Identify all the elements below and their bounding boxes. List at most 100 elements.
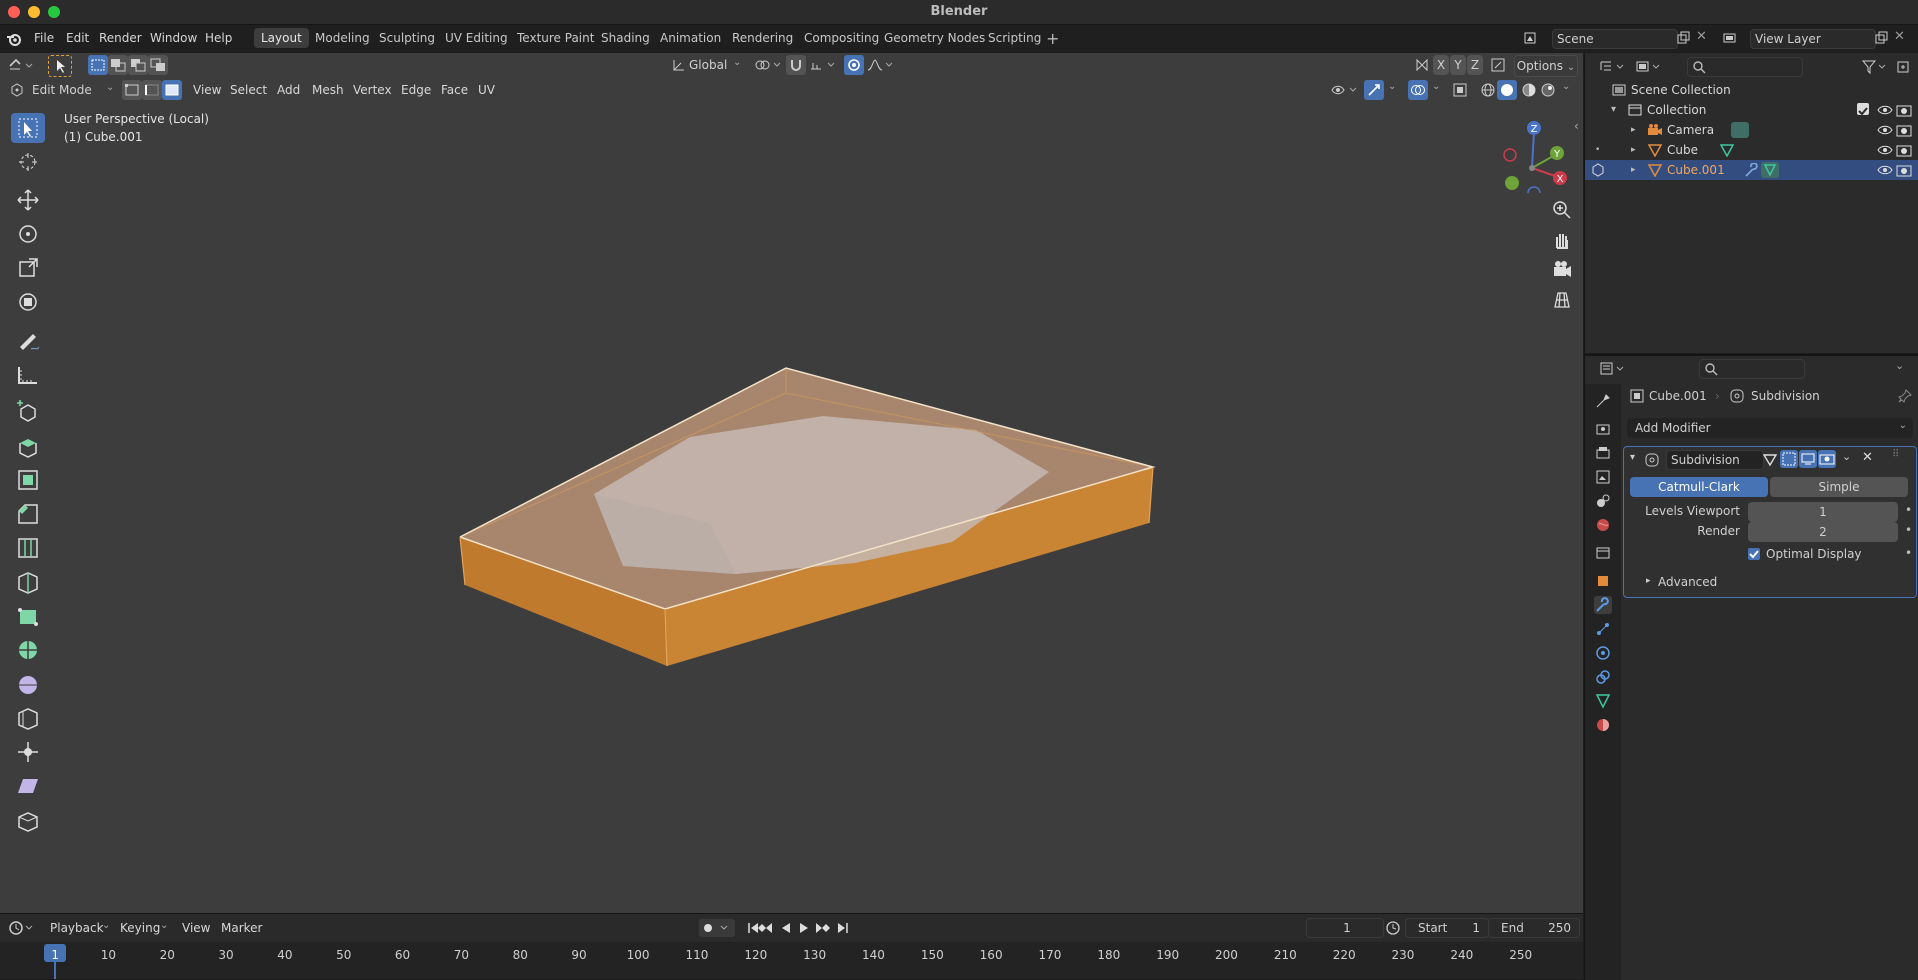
gizmo-neg-z-icon[interactable] (1527, 186, 1541, 193)
mirror-z-toggle[interactable]: Z (1467, 55, 1483, 75)
tab-scripting[interactable]: Scripting (981, 28, 1048, 48)
edit-mode-display-icon[interactable] (1780, 450, 1798, 468)
shear-tool[interactable] (11, 771, 45, 801)
play-reverse-icon[interactable] (782, 923, 790, 933)
knife-tool[interactable] (11, 567, 45, 597)
timeline-editor-type-icon[interactable] (8, 920, 36, 936)
add-workspace-icon[interactable]: + (1046, 29, 1059, 48)
scene-name-field[interactable]: Scene (1552, 29, 1678, 49)
menu-edit[interactable]: Edit (66, 31, 89, 45)
transform-tool[interactable] (11, 287, 45, 317)
pin-icon[interactable] (1897, 388, 1913, 404)
outliner-collection[interactable]: ▾ Collection (1585, 100, 1918, 120)
xray-toggle-icon[interactable] (1452, 82, 1468, 98)
outliner-item-cube-001[interactable]: ▸ Cube.001 (1585, 160, 1918, 180)
edge-select-mode-icon[interactable] (142, 80, 162, 100)
render-levels-field[interactable]: 2 (1748, 522, 1898, 542)
menu-window[interactable]: Window (150, 31, 197, 45)
keyframe-dot-icon[interactable]: • (1905, 523, 1912, 537)
viewport-menu-mesh[interactable]: Mesh (308, 80, 348, 100)
keyframe-dot-icon[interactable]: • (1905, 546, 1912, 560)
collapse-arrow-icon[interactable]: ▾ (1630, 452, 1635, 463)
tab-rendering[interactable]: Rendering (725, 28, 800, 48)
tab-material-icon[interactable] (1594, 716, 1612, 734)
viewport-menu-vertex[interactable]: Vertex (349, 80, 396, 100)
properties-search-input[interactable] (1699, 359, 1805, 379)
show-gizmo-icon[interactable] (1364, 80, 1384, 100)
outliner-item-camera[interactable]: ▸ Camera (1585, 120, 1918, 140)
rendered-shading-icon[interactable] (1540, 82, 1556, 98)
mesh-data-icon[interactable] (1761, 162, 1779, 178)
tab-modifiers-icon[interactable] (1594, 596, 1612, 614)
tab-particles-icon[interactable] (1594, 620, 1612, 638)
scene-icon[interactable] (1523, 31, 1539, 45)
outliner-search-input[interactable] (1687, 57, 1803, 77)
modifier-name-input[interactable]: Subdivision (1666, 450, 1764, 470)
tab-world-icon[interactable] (1594, 516, 1612, 534)
solid-shading-icon[interactable] (1497, 80, 1517, 100)
mirror-y-toggle[interactable]: Y (1450, 55, 1466, 75)
select-box-tool[interactable] (11, 113, 45, 143)
eye-icon[interactable] (1877, 163, 1893, 177)
gizmo-neg-x-icon[interactable] (1503, 148, 1517, 162)
viewport-menu-select[interactable]: Select (226, 80, 271, 100)
gizmo-neg-y-icon[interactable] (1505, 176, 1519, 190)
extrude-region-tool[interactable] (11, 431, 45, 461)
tab-tool-icon[interactable] (1594, 392, 1612, 410)
tab-object-icon[interactable] (1594, 572, 1612, 590)
preview-range-clock-icon[interactable] (1385, 920, 1401, 936)
tab-data-icon[interactable] (1594, 692, 1612, 710)
properties-options-chevron-icon[interactable]: ⌄ (1895, 359, 1904, 372)
auto-merge-icon[interactable] (1490, 57, 1506, 73)
advanced-subpanel-header[interactable]: ▸ Advanced (1624, 571, 1916, 595)
transform-orientation-dropdown[interactable]: Global ⌄ (669, 55, 743, 75)
spin-tool[interactable] (11, 635, 45, 665)
tab-shading[interactable]: Shading (594, 28, 657, 48)
expand-arrow-icon[interactable]: ▸ (1631, 120, 1636, 140)
editor-type-icon[interactable] (8, 57, 36, 73)
timeline-menu-view[interactable]: View (178, 918, 214, 938)
select-subtract-icon[interactable] (128, 55, 148, 75)
play-icon[interactable] (800, 923, 808, 933)
simple-option[interactable]: Simple (1770, 477, 1908, 497)
edit-mode-toggle-icon[interactable] (1591, 163, 1607, 177)
measure-tool[interactable] (11, 359, 45, 389)
navigation-gizmo[interactable]: Z Y X (1494, 113, 1584, 193)
pan-hand-icon[interactable] (1550, 228, 1574, 252)
bevel-tool[interactable] (11, 499, 45, 529)
tab-collection-icon[interactable] (1594, 544, 1612, 562)
camera-data-icon[interactable] (1731, 122, 1749, 138)
move-tool[interactable] (11, 185, 45, 215)
select-tool-mode-icon[interactable] (48, 55, 72, 77)
select-invert-icon[interactable] (148, 55, 168, 75)
smooth-tool[interactable] (11, 669, 45, 699)
tab-layout[interactable]: Layout (254, 28, 309, 48)
outliner-scene-collection[interactable]: Scene Collection (1585, 80, 1918, 100)
viewport-options-dropdown[interactable]: Options ⌄ (1514, 55, 1578, 77)
tab-output-icon[interactable] (1594, 444, 1612, 462)
properties-editor-type-icon[interactable] (1599, 361, 1629, 377)
outliner-editor-type-icon[interactable] (1599, 59, 1629, 75)
loop-cut-tool[interactable] (11, 533, 45, 563)
tab-animation[interactable]: Animation (653, 28, 728, 48)
auto-keying-toggle[interactable] (699, 919, 735, 937)
new-collection-icon[interactable] (1895, 59, 1911, 75)
optimal-display-checkbox[interactable] (1748, 548, 1760, 560)
end-frame-field[interactable]: End 250 (1488, 918, 1580, 938)
mesh-object[interactable] (440, 353, 1160, 733)
new-view-layer-icon[interactable] (1874, 31, 1888, 45)
camera-view-icon[interactable] (1550, 258, 1574, 282)
jump-start-icon[interactable] (748, 923, 758, 933)
perspective-toggle-icon[interactable] (1550, 288, 1574, 312)
annotate-tool[interactable] (11, 325, 45, 355)
mesh-data-icon[interactable] (1719, 143, 1735, 157)
tab-geometry-nodes[interactable]: Geometry Nodes (877, 28, 992, 48)
on-cage-icon[interactable] (1762, 452, 1778, 468)
select-set-new-icon[interactable] (88, 55, 108, 75)
shrink-fatten-tool[interactable] (11, 737, 45, 767)
viewport-menu-edge[interactable]: Edge (397, 80, 435, 100)
snap-toggle-icon[interactable] (786, 55, 806, 75)
scale-tool[interactable] (11, 253, 45, 283)
cursor-tool[interactable] (11, 147, 45, 177)
viewport-menu-view[interactable]: View (189, 80, 225, 100)
